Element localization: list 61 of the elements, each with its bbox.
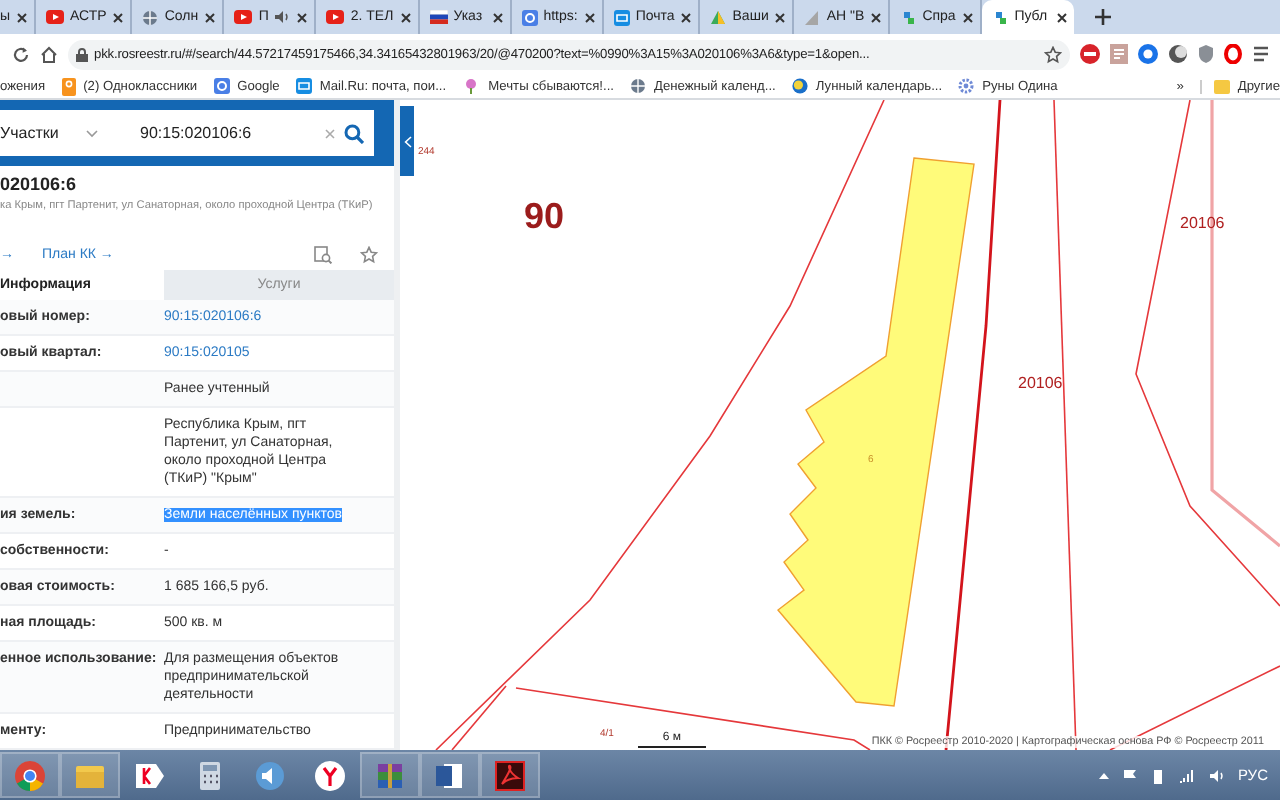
- flag-icon[interactable]: [1121, 767, 1138, 783]
- menu-icon[interactable]: [1252, 44, 1272, 64]
- shield-icon[interactable]: [1198, 44, 1214, 64]
- flag-icon: [429, 10, 448, 24]
- play-icon: [234, 10, 253, 24]
- zoom-document-icon[interactable]: [314, 246, 332, 265]
- mail-icon: [613, 9, 630, 25]
- search-icon[interactable]: [344, 123, 364, 144]
- word-document-icon[interactable]: [434, 759, 466, 791]
- play-icon: [326, 10, 345, 24]
- chevron-up-icon[interactable]: [1097, 770, 1110, 780]
- star-icon[interactable]: [360, 246, 378, 265]
- search-field[interactable]: Участки 90:15:020106:6: [0, 110, 374, 157]
- circle-icon[interactable]: [1138, 44, 1158, 64]
- flower-icon: [462, 78, 481, 94]
- calculator-icon[interactable]: [194, 759, 226, 791]
- play-icon: [46, 10, 65, 24]
- map-label: 20106: [1180, 214, 1225, 232]
- close-icon[interactable]: [583, 11, 596, 23]
- speaker-icon[interactable]: [254, 759, 286, 791]
- close-icon[interactable]: [296, 11, 309, 23]
- triangle-icon: [710, 9, 727, 25]
- triangle-icon: [804, 9, 821, 25]
- moon-icon[interactable]: [1168, 44, 1188, 64]
- signal-icon[interactable]: [1177, 767, 1196, 783]
- lock-icon: [76, 47, 88, 61]
- close-icon[interactable]: [962, 11, 975, 23]
- map-pin-icon: [900, 9, 917, 25]
- star-icon[interactable]: [1044, 45, 1062, 63]
- parcel-number: 020106:6: [0, 172, 79, 195]
- gear-icon: [958, 78, 975, 94]
- close-icon[interactable]: [870, 11, 883, 23]
- close-icon[interactable]: [112, 11, 125, 23]
- map-label: 20106: [1018, 374, 1063, 392]
- map-pin-icon: [992, 9, 1009, 25]
- collapse-panel-button[interactable]: [400, 106, 414, 176]
- google-icon: [521, 9, 538, 25]
- letter-tag-icon[interactable]: [134, 759, 166, 791]
- chrome-icon[interactable]: [14, 759, 46, 791]
- reload-icon[interactable]: [12, 45, 30, 63]
- close-icon[interactable]: [204, 11, 217, 23]
- close-icon[interactable]: [1056, 11, 1069, 23]
- volume-icon[interactable]: [1207, 767, 1226, 783]
- close-icon[interactable]: [774, 11, 787, 23]
- close-icon[interactable]: [491, 11, 504, 23]
- home-icon[interactable]: [40, 45, 58, 63]
- speaker-icon: [274, 10, 291, 24]
- close-icon[interactable]: [399, 11, 412, 23]
- close-icon[interactable]: [16, 11, 29, 23]
- moon-icon: [791, 78, 808, 94]
- chevron-icon[interactable]: [86, 129, 99, 138]
- folder-icon: [1213, 79, 1230, 93]
- ring-icon[interactable]: [1224, 44, 1242, 64]
- pdf-document-icon[interactable]: [494, 759, 526, 791]
- new-tab-icon[interactable]: [1094, 8, 1113, 26]
- globe-icon: [142, 9, 159, 25]
- close-icon[interactable]: [680, 11, 693, 23]
- category-dropdown[interactable]: Участки: [0, 124, 59, 143]
- books-icon[interactable]: [374, 759, 406, 791]
- map-label: 90: [524, 196, 565, 236]
- stop-sign-icon[interactable]: [1080, 44, 1100, 64]
